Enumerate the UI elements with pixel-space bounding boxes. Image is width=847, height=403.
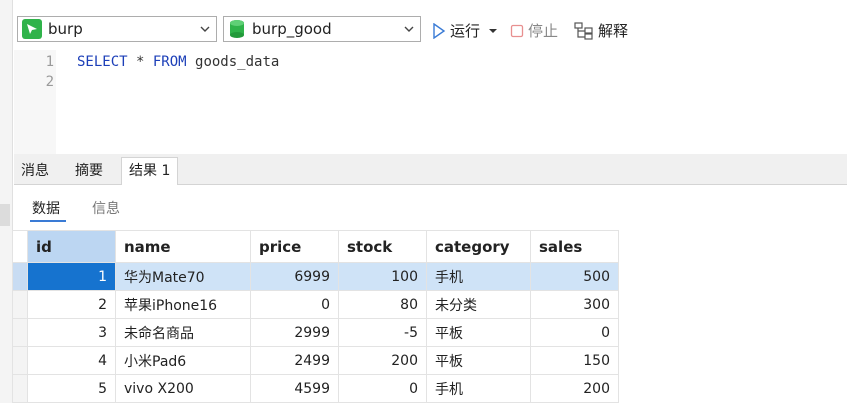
cell-name[interactable]: 小米Pad6 xyxy=(115,346,251,375)
active-subtab-indicator xyxy=(30,220,66,222)
column-header-id[interactable]: id xyxy=(27,230,116,263)
explain-label: 解释 xyxy=(598,22,629,40)
cell-price[interactable]: 2999 xyxy=(250,318,339,347)
line-number: 1 xyxy=(45,54,54,70)
cell-sales[interactable]: 500 xyxy=(530,262,619,291)
explain-button[interactable]: 解释 xyxy=(574,20,628,41)
cell-name[interactable]: 华为Mate70 xyxy=(115,262,251,291)
sidebar-highlight xyxy=(0,204,10,226)
line-number: 2 xyxy=(45,74,54,90)
top-toolbar-cutoff xyxy=(14,0,847,6)
tab-result-1[interactable]: 结果 1 xyxy=(121,157,179,185)
cell-stock[interactable]: 200 xyxy=(338,346,427,375)
sql-code-line[interactable]: SELECT * FROM goods_data xyxy=(77,54,279,70)
cell-sales[interactable]: 200 xyxy=(530,374,619,403)
cell-id[interactable]: 5 xyxy=(27,374,116,403)
run-button[interactable]: 运行 xyxy=(432,20,498,41)
stop-icon xyxy=(510,24,524,37)
cell-category[interactable]: 未分类 xyxy=(426,290,531,319)
sql-keyword: SELECT xyxy=(77,54,128,70)
tab-summary[interactable]: 摘要 xyxy=(68,158,110,184)
database-select[interactable]: burp_good xyxy=(223,16,421,42)
row-header[interactable] xyxy=(12,262,28,291)
column-header-name[interactable]: name xyxy=(115,230,251,263)
row-header[interactable] xyxy=(12,318,28,347)
tab-messages[interactable]: 消息 xyxy=(14,158,56,184)
cell-sales[interactable]: 150 xyxy=(530,346,619,375)
cell-name[interactable]: vivo X200 xyxy=(115,374,251,403)
subtab-info[interactable]: 信息 xyxy=(92,198,120,218)
sql-editor[interactable]: 1 2 SELECT * FROM goods_data xyxy=(14,50,847,154)
table-row[interactable]: 1 华为Mate70 6999 100 手机 500 xyxy=(12,262,619,291)
cell-price[interactable]: 2499 xyxy=(250,346,339,375)
run-label: 运行 xyxy=(450,22,481,40)
data-table[interactable]: id name price stock category sales 1 华为Ma… xyxy=(12,230,619,403)
stop-label: 停止 xyxy=(528,22,559,40)
cell-stock[interactable]: 0 xyxy=(338,374,427,403)
cell-stock[interactable]: 80 xyxy=(338,290,427,319)
cell-price[interactable]: 6999 xyxy=(250,262,339,291)
connection-select[interactable]: burp xyxy=(17,16,217,42)
cell-id[interactable]: 3 xyxy=(27,318,116,347)
cell-name[interactable]: 苹果iPhone16 xyxy=(115,290,251,319)
column-header-category[interactable]: category xyxy=(426,230,531,263)
database-icon xyxy=(230,20,244,38)
explain-icon xyxy=(574,21,593,40)
cell-price[interactable]: 4599 xyxy=(250,374,339,403)
sql-token: * xyxy=(127,54,153,70)
sql-table-name: goods_data xyxy=(186,54,280,70)
cell-category[interactable]: 平板 xyxy=(426,318,531,347)
subtab-data[interactable]: 数据 xyxy=(32,198,60,218)
row-header[interactable] xyxy=(12,290,28,319)
table-row[interactable]: 3 未命名商品 2999 -5 平板 0 xyxy=(12,318,619,347)
stop-button[interactable]: 停止 xyxy=(510,20,558,41)
row-header[interactable] xyxy=(12,374,28,403)
cell-category[interactable]: 平板 xyxy=(426,346,531,375)
row-header-corner xyxy=(12,230,28,263)
cell-stock[interactable]: 100 xyxy=(338,262,427,291)
cell-category[interactable]: 手机 xyxy=(426,262,531,291)
cell-id[interactable]: 1 xyxy=(27,262,116,291)
line-number-gutter: 1 2 xyxy=(14,50,56,154)
connection-name: burp xyxy=(48,20,83,38)
cell-id[interactable]: 4 xyxy=(27,346,116,375)
row-header[interactable] xyxy=(12,346,28,375)
result-subtabs: 数据 信息 xyxy=(14,186,847,226)
play-icon xyxy=(433,22,446,39)
cell-id[interactable]: 2 xyxy=(27,290,116,319)
cell-category[interactable]: 手机 xyxy=(426,374,531,403)
result-grid[interactable]: id name price stock category sales 1 华为Ma… xyxy=(12,230,847,403)
result-tabs: 消息 摘要 结果 1 xyxy=(14,154,847,185)
connection-icon xyxy=(22,19,42,39)
column-header-stock[interactable]: stock xyxy=(338,230,427,263)
column-header-price[interactable]: price xyxy=(250,230,339,263)
cell-sales[interactable]: 0 xyxy=(530,318,619,347)
chevron-down-icon xyxy=(200,26,210,32)
table-row[interactable]: 5 vivo X200 4599 0 手机 200 xyxy=(12,374,619,403)
caret-down-icon[interactable] xyxy=(488,26,498,36)
table-row[interactable]: 2 苹果iPhone16 0 80 未分类 300 xyxy=(12,290,619,319)
column-header-sales[interactable]: sales xyxy=(530,230,619,263)
cell-name[interactable]: 未命名商品 xyxy=(115,318,251,347)
sql-keyword: FROM xyxy=(152,54,187,70)
cell-price[interactable]: 0 xyxy=(250,290,339,319)
table-header-row: id name price stock category sales xyxy=(12,230,619,263)
query-toolbar: burp burp_good 运行 停止 解释 xyxy=(14,16,847,46)
table-row[interactable]: 4 小米Pad6 2499 200 平板 150 xyxy=(12,346,619,375)
chevron-down-icon xyxy=(404,26,414,32)
cell-stock[interactable]: -5 xyxy=(338,318,427,347)
cell-sales[interactable]: 300 xyxy=(530,290,619,319)
database-name: burp_good xyxy=(252,20,332,38)
